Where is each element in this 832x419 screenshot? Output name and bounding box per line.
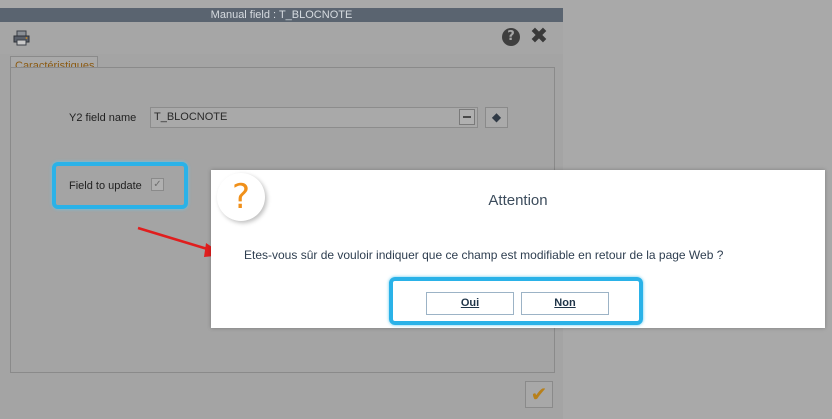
toolbar: ? ✖ [0,22,563,54]
attention-dialog: ? Attention Etes-vous sûr de vouloir ind… [211,170,825,328]
oui-button[interactable]: Oui [426,292,514,315]
field-clear-button[interactable] [459,109,475,125]
print-icon[interactable] [12,30,32,46]
help-icon[interactable]: ? [502,28,520,46]
window-title: Manual field : T_BLOCNOTE [0,8,563,22]
field-to-update-label: Field to update [69,180,142,192]
field-to-update-checkbox[interactable]: ✓ [151,178,164,191]
tag-icon[interactable]: ◆ [485,107,508,128]
y2-field-name-label: Y2 field name [69,112,137,124]
y2-field-name-input[interactable]: T_BLOCNOTE [150,107,478,128]
dialog-title: Attention [488,192,548,209]
non-button[interactable]: Non [521,292,609,315]
dialog-message: Etes-vous sûr de vouloir indiquer que ce… [244,248,724,262]
close-icon[interactable]: ✖ [528,26,550,48]
ok-button[interactable]: ✔ [525,381,553,408]
